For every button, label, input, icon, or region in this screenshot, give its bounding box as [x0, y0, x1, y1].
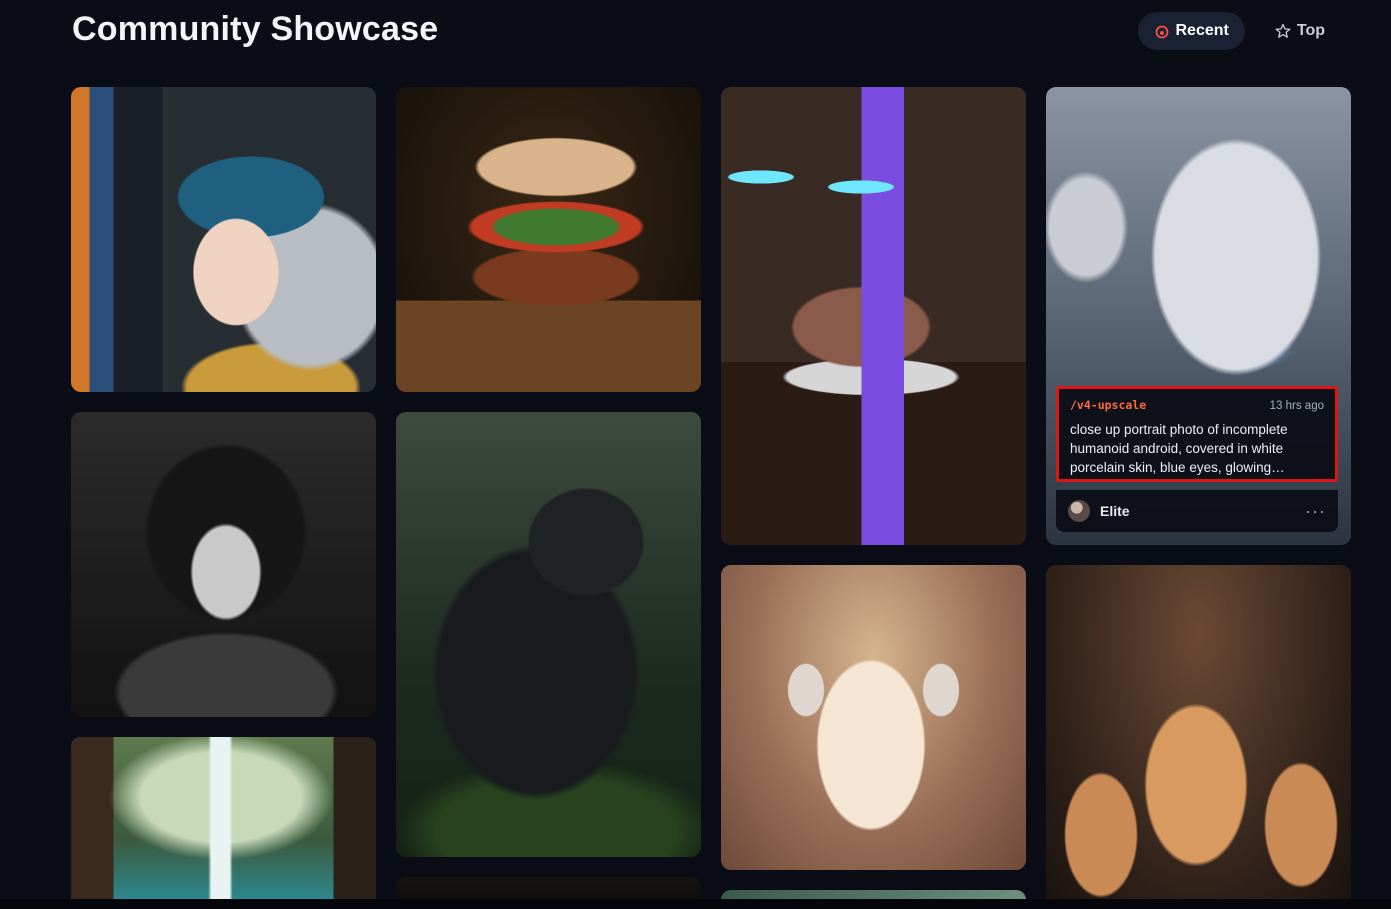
artwork-image — [1046, 565, 1351, 909]
author-name[interactable]: Elite — [1100, 503, 1295, 519]
flame-icon — [1155, 25, 1168, 39]
sort-top-label: Top — [1296, 22, 1325, 39]
prompt-text: close up portrait photo of incomplete hu… — [1070, 422, 1288, 475]
card-jungle-waterfall[interactable] — [71, 737, 376, 909]
sort-top-button[interactable]: Top — [1259, 12, 1341, 50]
community-showcase-page: Community Showcase Recent Top /v4-upscal… — [0, 0, 1391, 909]
avatar[interactable] — [1068, 500, 1090, 522]
sort-recent-button[interactable]: Recent — [1137, 12, 1245, 50]
card-goth-girl-portrait[interactable] — [71, 412, 376, 717]
artwork-image — [71, 737, 376, 909]
card-headphone-sheep[interactable] — [721, 565, 1026, 870]
card-girl-pearl-earring[interactable] — [71, 87, 376, 392]
artwork-image — [721, 87, 1026, 545]
artwork-image — [396, 412, 701, 857]
prompt-details-highlight[interactable]: /v4-upscale 13 hrs ago close up portrait… — [1056, 386, 1338, 482]
author-bar: Elite ··· — [1056, 490, 1338, 532]
artwork-image — [721, 565, 1026, 870]
card-black-panther[interactable] — [396, 412, 701, 857]
page-title: Community Showcase — [72, 10, 439, 48]
card-neon-cake[interactable] — [721, 87, 1026, 545]
artwork-image — [71, 412, 376, 717]
sort-tabs: Recent Top — [1137, 12, 1342, 50]
artwork-image — [71, 87, 376, 392]
star-icon — [1275, 23, 1291, 38]
sort-recent-label: Recent — [1175, 22, 1229, 39]
artwork-image — [396, 87, 701, 392]
timestamp: 13 hrs ago — [1269, 400, 1324, 412]
card-fox-cubs[interactable] — [1046, 565, 1351, 909]
more-options-button[interactable]: ··· — [1305, 501, 1326, 522]
bottom-edge — [0, 899, 1391, 909]
card-sandwich[interactable] — [396, 87, 701, 392]
